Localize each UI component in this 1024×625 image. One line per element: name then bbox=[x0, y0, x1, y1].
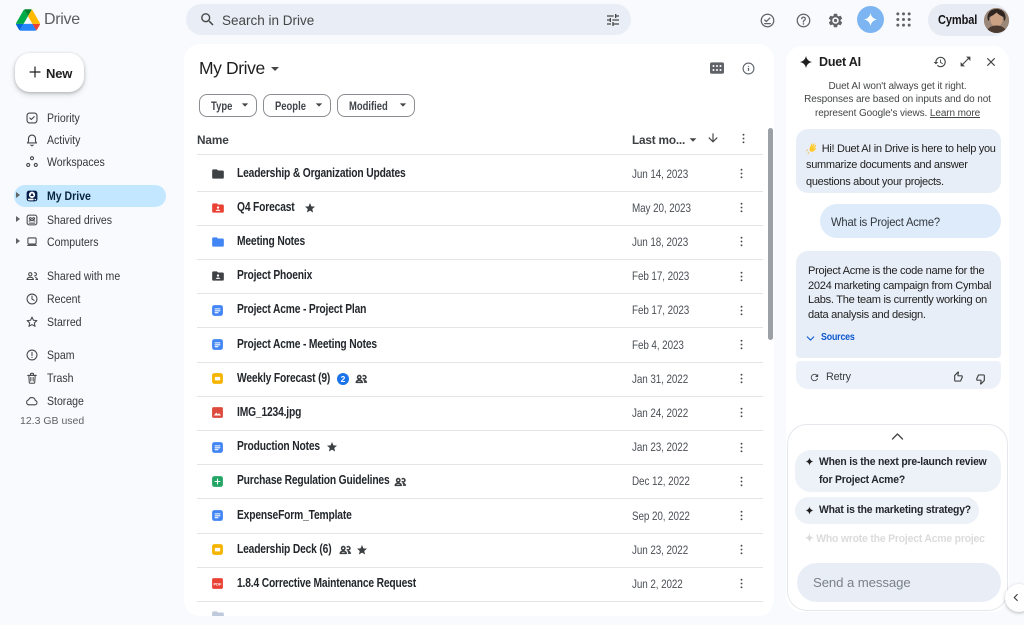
svg-text:PDF: PDF bbox=[213, 582, 222, 587]
